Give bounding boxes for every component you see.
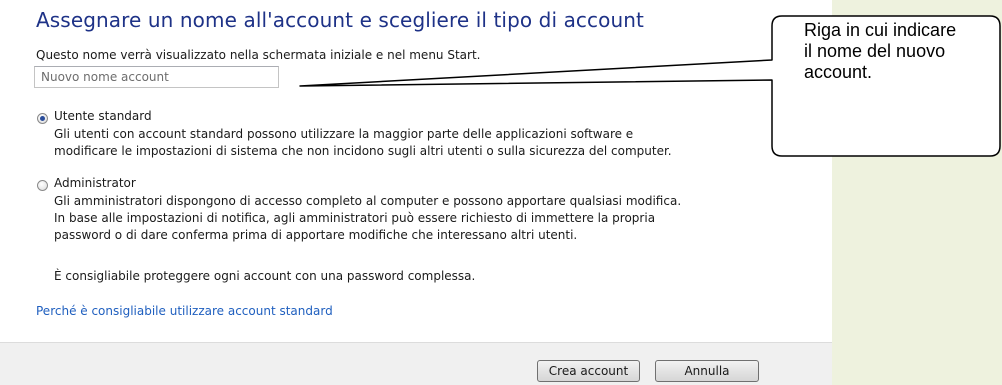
callout-text: Riga in cui indicare il nome del nuovo a… [804,20,999,83]
callout-line: il nome del nuovo [804,41,946,61]
callout-line: Riga in cui indicare [804,20,957,40]
callout-line: account. [804,62,873,82]
